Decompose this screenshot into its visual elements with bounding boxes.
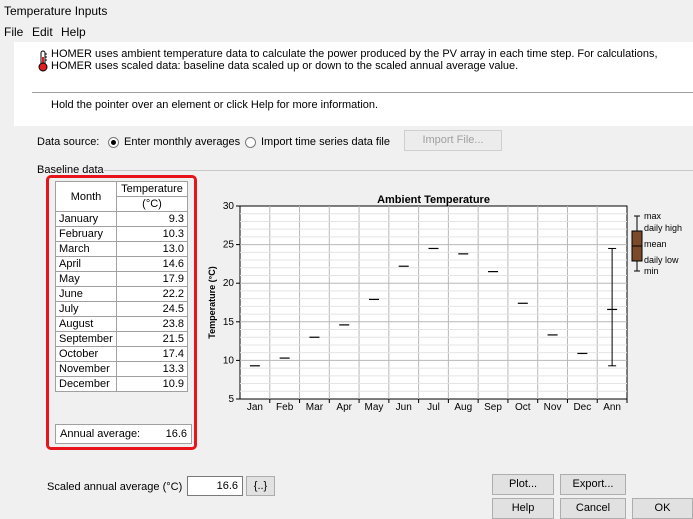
- export-button[interactable]: Export...: [560, 474, 626, 495]
- legend-label: min: [644, 266, 659, 276]
- y-tick-label: 20: [223, 278, 235, 289]
- menu-bar: File Edit Help: [0, 22, 693, 42]
- x-tick-label: Sep: [484, 402, 502, 413]
- radio-import-file[interactable]: [245, 137, 256, 148]
- cancel-button[interactable]: Cancel: [560, 498, 626, 519]
- x-tick-label: Mar: [306, 402, 324, 413]
- menu-help[interactable]: Help: [61, 25, 86, 39]
- x-tick-label: Ann: [603, 402, 621, 413]
- info-panel: HOMER uses ambient temperature data to c…: [14, 42, 693, 126]
- radio-monthly-averages[interactable]: [108, 137, 119, 148]
- y-tick-label: 15: [223, 317, 235, 328]
- legend-label: daily high: [644, 223, 682, 233]
- x-tick-label: Nov: [544, 402, 562, 413]
- legend-label: max: [644, 211, 662, 221]
- x-tick-label: Jul: [427, 402, 440, 413]
- plot-area: [239, 205, 628, 400]
- y-tick-label: 30: [223, 201, 235, 212]
- y-tick-label: 10: [223, 355, 235, 366]
- radio-monthly-label[interactable]: Enter monthly averages: [124, 136, 240, 148]
- help-button[interactable]: Help: [492, 498, 554, 519]
- info-divider: [32, 92, 693, 93]
- x-tick-label: May: [365, 402, 384, 413]
- info-hint: Hold the pointer over an element or clic…: [51, 99, 379, 111]
- y-tick-label: 25: [223, 240, 235, 251]
- chart-title: Ambient Temperature: [377, 194, 490, 206]
- baseline-group-divider: [104, 170, 693, 171]
- legend-label: daily low: [644, 255, 679, 265]
- x-tick-label: Jun: [396, 402, 412, 413]
- scaled-average-label: Scaled annual average (°C): [47, 481, 183, 493]
- plot-button[interactable]: Plot...: [492, 474, 554, 495]
- info-text: HOMER uses ambient temperature data to c…: [51, 48, 658, 72]
- radio-import-label[interactable]: Import time series data file: [261, 136, 390, 148]
- ok-button[interactable]: OK: [632, 498, 693, 519]
- x-tick-label: Apr: [336, 402, 352, 413]
- window-title: Temperature Inputs: [4, 4, 108, 18]
- x-tick-label: Feb: [276, 402, 294, 413]
- data-source-label: Data source:: [37, 136, 100, 148]
- sensitivity-button[interactable]: {..}: [246, 476, 275, 496]
- ambient-temperature-chart: 5 10 15 20 25 30 Ambient Temperature Temperatur…: [207, 194, 682, 413]
- x-tick-label: Jan: [247, 402, 263, 413]
- x-tick-label: Oct: [515, 402, 531, 413]
- highlight-box: [46, 175, 197, 450]
- menu-edit[interactable]: Edit: [32, 25, 53, 39]
- menu-file[interactable]: File: [4, 25, 23, 39]
- legend-label: mean: [644, 239, 667, 249]
- scaled-average-input[interactable]: 16.6: [187, 476, 243, 496]
- x-tick-label: Aug: [454, 402, 472, 413]
- x-tick-label: Dec: [573, 402, 591, 413]
- import-file-button[interactable]: Import File...: [404, 130, 502, 151]
- y-tick-label: 5: [228, 394, 234, 405]
- thermometer-icon: [38, 50, 48, 75]
- y-axis-label: Temperature (°C): [207, 266, 217, 338]
